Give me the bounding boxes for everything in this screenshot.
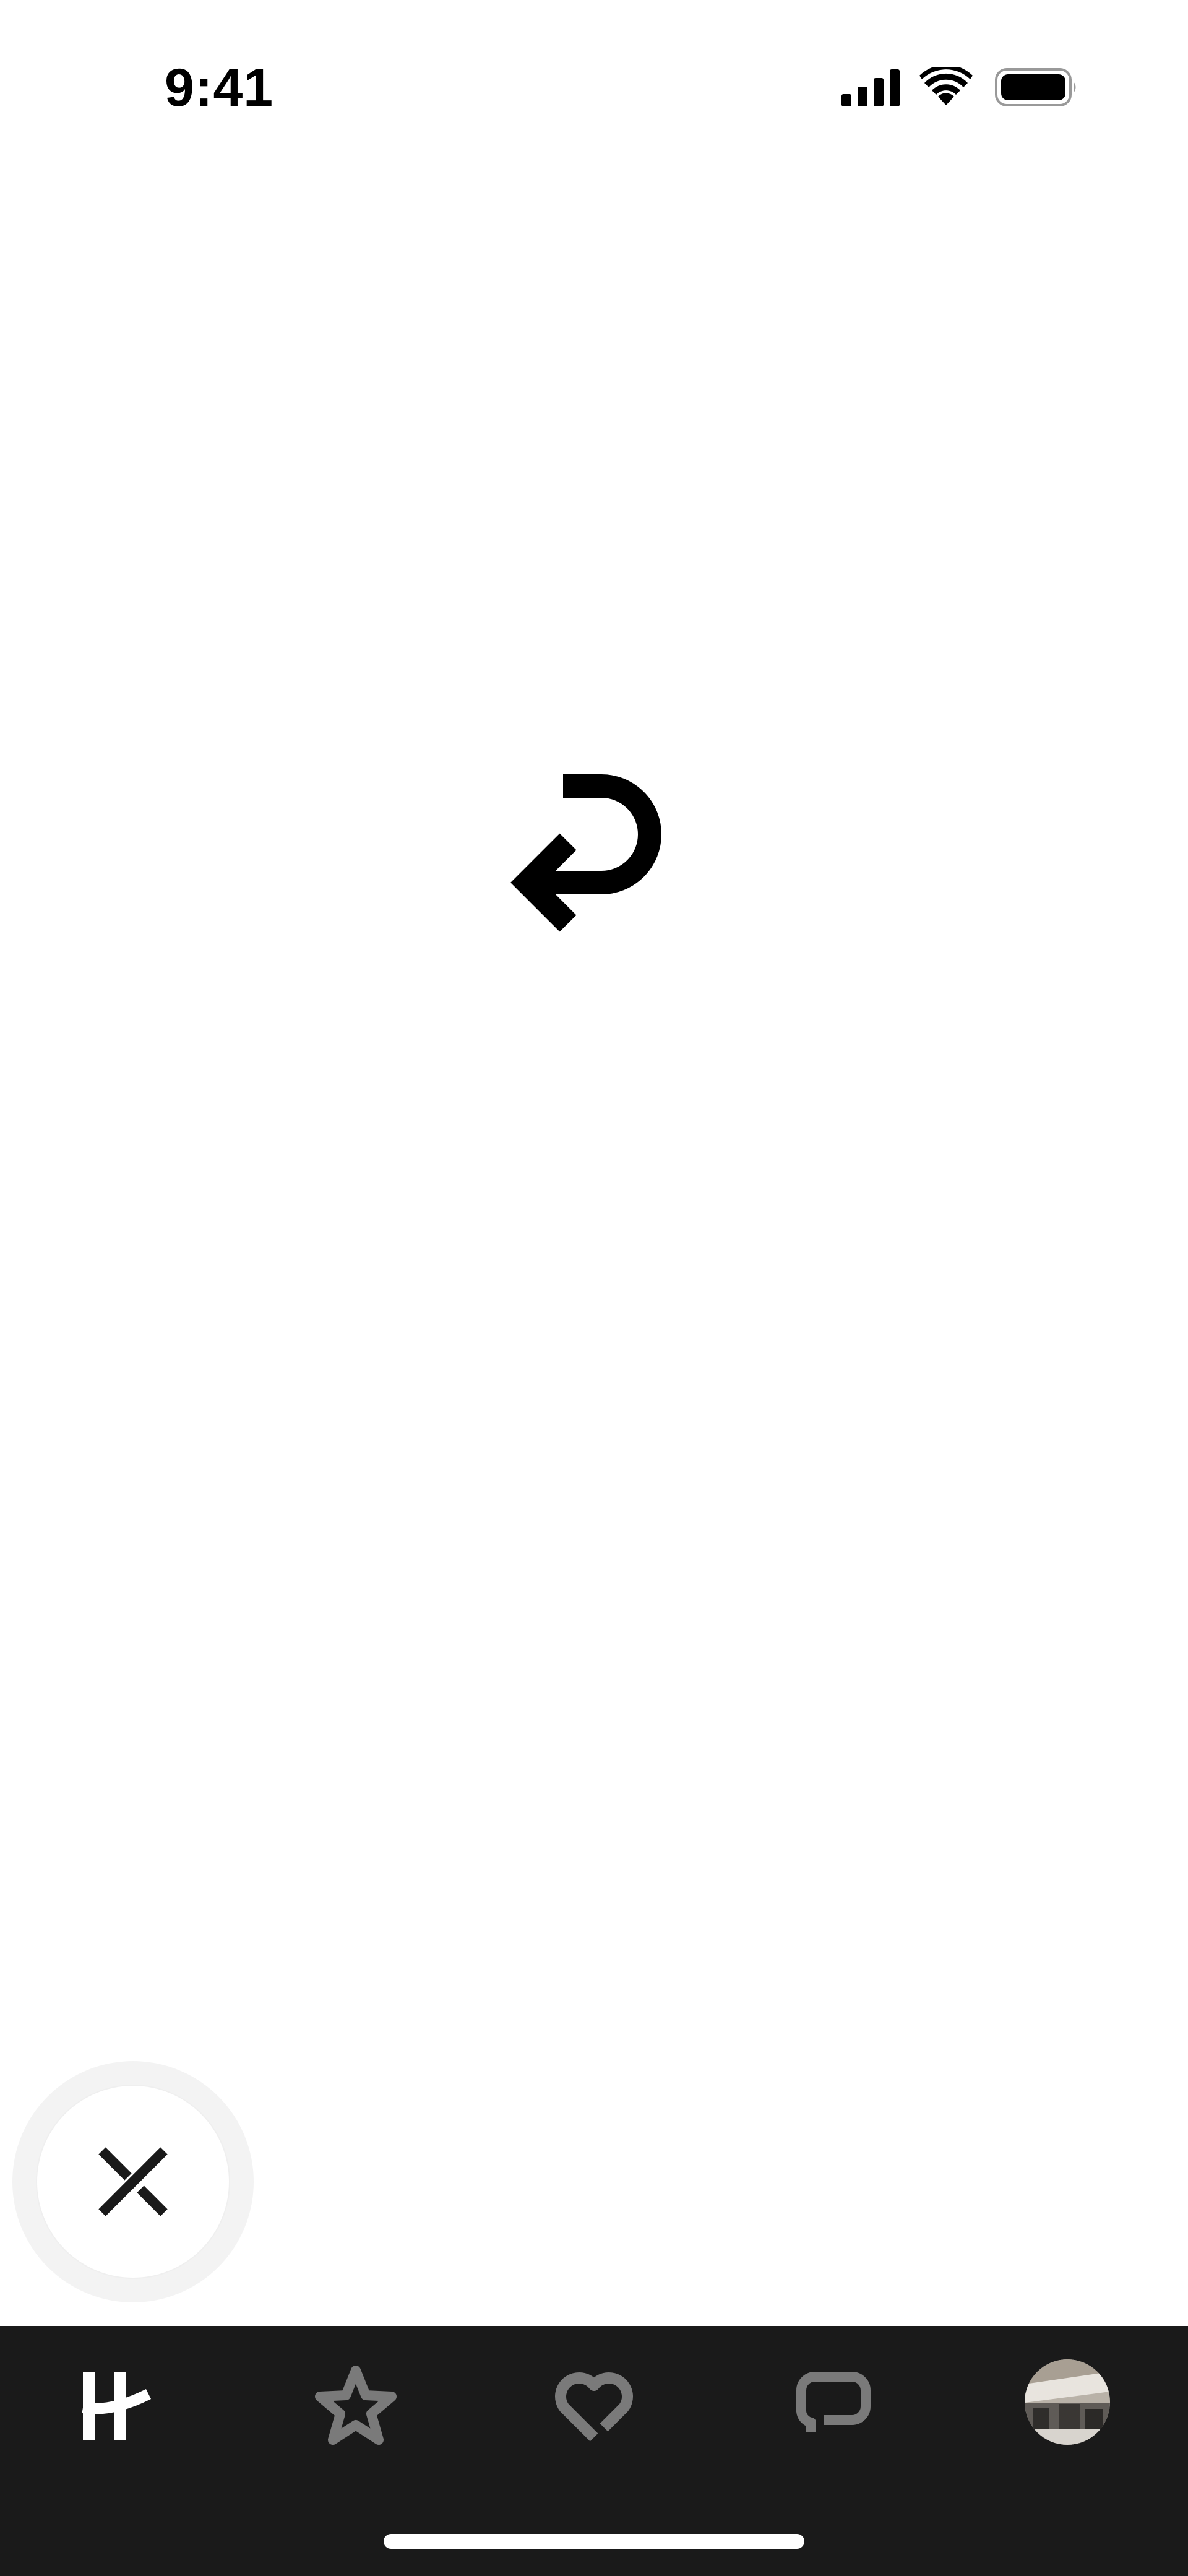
star-icon (315, 2366, 397, 2445)
tab-discover[interactable] (68, 2358, 167, 2457)
tab-profile-avatar[interactable] (1025, 2359, 1110, 2445)
status-icons (842, 67, 1089, 108)
battery-icon (995, 68, 1076, 106)
tab-likes[interactable] (544, 2358, 644, 2457)
screen: 9:41 (0, 0, 1188, 2576)
close-button-halo (12, 2061, 254, 2302)
heart-icon (555, 2372, 633, 2442)
signal-icon (842, 69, 900, 106)
hinge-logo-icon (82, 2372, 152, 2440)
profile-avatar (1025, 2359, 1110, 2445)
home-indicator[interactable] (384, 2534, 804, 2549)
status-bar: 9:41 (0, 0, 1188, 161)
close-icon (98, 2147, 168, 2216)
chat-bubble-icon (796, 2372, 871, 2432)
status-time: 9:41 (165, 58, 274, 118)
tab-standouts[interactable] (306, 2358, 405, 2457)
tab-matches[interactable] (783, 2358, 882, 2457)
undo-arrow-icon[interactable] (496, 774, 692, 969)
close-button[interactable] (37, 2086, 229, 2278)
wifi-icon (919, 67, 973, 105)
